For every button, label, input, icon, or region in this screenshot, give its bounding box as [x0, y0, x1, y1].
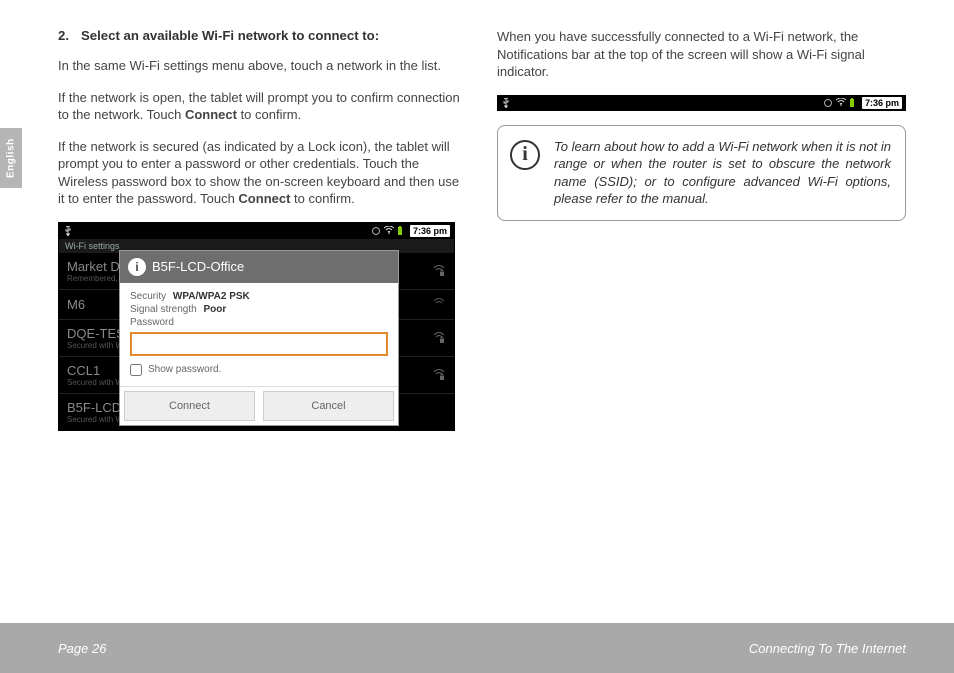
password-input[interactable]: [130, 332, 388, 356]
network-name: M6: [67, 297, 85, 312]
body-para-3: If the network is secured (as indicated …: [58, 138, 467, 208]
show-password-label: Show password.: [148, 364, 221, 375]
battery-icon: [397, 226, 407, 236]
cancel-button[interactable]: Cancel: [263, 391, 394, 421]
body-para-1: In the same Wi-Fi settings menu above, t…: [58, 57, 467, 75]
signal-value: Poor: [204, 304, 227, 315]
status-bar-example: 7:36 pm: [497, 95, 906, 111]
signal-row: Signal strength Poor: [130, 304, 388, 315]
heading-number: 2.: [58, 28, 69, 43]
battery-icon: [849, 98, 859, 108]
sync-icon: [371, 226, 381, 236]
page-content: 2. Select an available Wi-Fi network to …: [0, 0, 954, 600]
body-para-right: When you have successfully connected to …: [497, 28, 906, 81]
security-row: Security WPA/WPA2 PSK: [130, 291, 388, 302]
usb-icon: [63, 226, 73, 236]
left-column: 2. Select an available Wi-Fi network to …: [58, 28, 467, 600]
wifi-icon: [384, 226, 394, 236]
wifi-lock-icon: [432, 265, 446, 277]
android-status-bar: 7:36 pm: [59, 223, 454, 239]
dialog-title: B5F-LCD-Office: [152, 259, 244, 274]
wifi-icon: [432, 298, 446, 310]
connect-word: Connect: [238, 191, 290, 206]
security-value: WPA/WPA2 PSK: [173, 291, 250, 302]
info-callout: i To learn about how to add a Wi-Fi netw…: [497, 125, 906, 221]
body-para-2: If the network is open, the tablet will …: [58, 89, 467, 124]
connect-button[interactable]: Connect: [124, 391, 255, 421]
show-password-row[interactable]: Show password.: [130, 364, 388, 376]
sync-icon: [823, 98, 833, 108]
wifi-connect-dialog: i B5F-LCD-Office Security WPA/WPA2 PSK S…: [119, 250, 399, 426]
password-label: Password: [130, 317, 388, 328]
footer-section-title: Connecting To The Internet: [749, 641, 906, 656]
page-footer: Page 26 Connecting To The Internet: [0, 623, 954, 673]
section-heading: 2. Select an available Wi-Fi network to …: [58, 28, 467, 43]
language-tab: English: [0, 128, 22, 188]
callout-text: To learn about how to add a Wi-Fi networ…: [554, 139, 891, 207]
connect-word: Connect: [185, 107, 237, 122]
usb-icon: [501, 98, 511, 108]
heading-text: Select an available Wi-Fi network to con…: [81, 28, 379, 43]
wifi-lock-icon: [432, 369, 446, 381]
page-number: Page 26: [58, 641, 106, 656]
info-icon: i: [128, 258, 146, 276]
signal-label: Signal strength: [130, 304, 197, 315]
status-time: 7:36 pm: [862, 97, 902, 109]
wifi-icon: [836, 98, 846, 108]
info-icon: i: [510, 140, 540, 170]
body-text: to confirm.: [237, 107, 301, 122]
body-text: to confirm.: [290, 191, 354, 206]
wifi-lock-icon: [432, 332, 446, 344]
security-label: Security: [130, 291, 166, 302]
show-password-checkbox[interactable]: [130, 364, 142, 376]
dialog-title-bar: i B5F-LCD-Office: [120, 251, 398, 283]
status-time: 7:36 pm: [410, 225, 450, 237]
right-column: When you have successfully connected to …: [497, 28, 906, 600]
wifi-settings-screenshot: 7:36 pm Wi-Fi settings Market Dep Rememb…: [58, 222, 455, 431]
